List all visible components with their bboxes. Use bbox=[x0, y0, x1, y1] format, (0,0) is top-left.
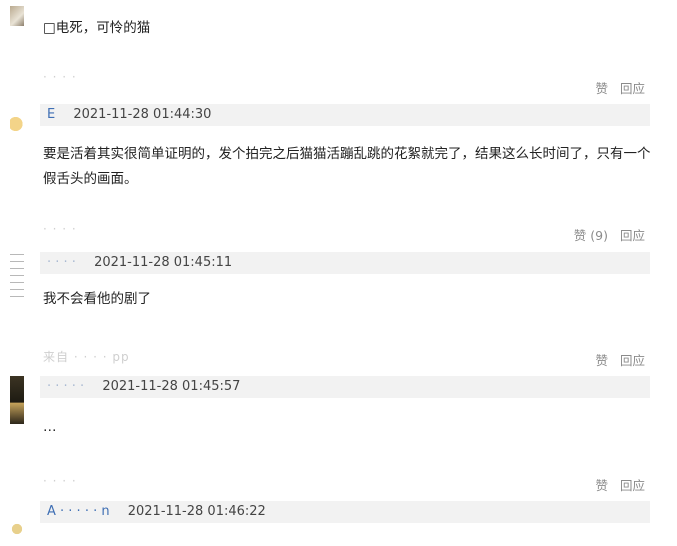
comment-source: · · · · bbox=[43, 474, 77, 488]
comment-source: · · · · bbox=[43, 70, 77, 84]
comment-actions: 赞 (9) 回应 bbox=[574, 225, 645, 244]
like-button[interactable]: 赞 bbox=[595, 350, 608, 369]
avatar[interactable] bbox=[10, 376, 24, 424]
comment-text: … bbox=[43, 419, 57, 435]
quoted-comment-header: E 2021-11-28 01:44:30 bbox=[40, 104, 650, 126]
comment-actions: 赞 回应 bbox=[595, 350, 645, 369]
quoted-comment-header: A · · · · · n 2021-11-28 01:46:22 bbox=[40, 501, 650, 523]
avatar[interactable] bbox=[10, 6, 24, 26]
username-link[interactable]: A · · · · · n bbox=[47, 501, 110, 523]
reply-button[interactable]: 回应 bbox=[620, 225, 645, 244]
reply-button[interactable]: 回应 bbox=[620, 475, 645, 494]
comment-text: 要是活着其实很简单证明的，发个拍完之后猫猫活蹦乱跳的花絮就完了，结果这么长时间了… bbox=[43, 146, 651, 187]
comment-text: □电死，可怜的猫 bbox=[43, 20, 151, 36]
avatar[interactable] bbox=[10, 514, 24, 544]
avatar[interactable] bbox=[10, 248, 24, 302]
quoted-comment-header: · · · · · 2021-11-28 01:45:57 bbox=[40, 376, 650, 398]
comment-actions: 赞 回应 bbox=[595, 78, 645, 97]
quoted-comment-header: · · · · 2021-11-28 01:45:11 bbox=[40, 252, 650, 274]
like-button[interactable]: 赞 bbox=[595, 78, 608, 97]
avatar[interactable] bbox=[10, 112, 24, 142]
comment-time: 2021-11-28 01:44:30 bbox=[73, 107, 212, 122]
comment-text: 我不会看他的剧了 bbox=[43, 291, 151, 307]
like-button[interactable]: 赞 bbox=[595, 475, 608, 494]
reply-button[interactable]: 回应 bbox=[620, 78, 645, 97]
like-button[interactable]: 赞 (9) bbox=[574, 225, 608, 244]
comment-source: 来自 · · · · pp bbox=[43, 350, 130, 364]
username-link[interactable]: · · · · bbox=[47, 252, 76, 274]
username-link[interactable]: E bbox=[47, 104, 55, 126]
username-link[interactable]: · · · · · bbox=[47, 376, 84, 398]
comment-time: 2021-11-28 01:46:22 bbox=[127, 504, 266, 519]
comment-source: · · · · bbox=[43, 222, 77, 236]
comment-actions: 赞 回应 bbox=[595, 475, 645, 494]
comment-time: 2021-11-28 01:45:57 bbox=[102, 379, 241, 394]
reply-button[interactable]: 回应 bbox=[620, 350, 645, 369]
comment-time: 2021-11-28 01:45:11 bbox=[94, 255, 233, 270]
